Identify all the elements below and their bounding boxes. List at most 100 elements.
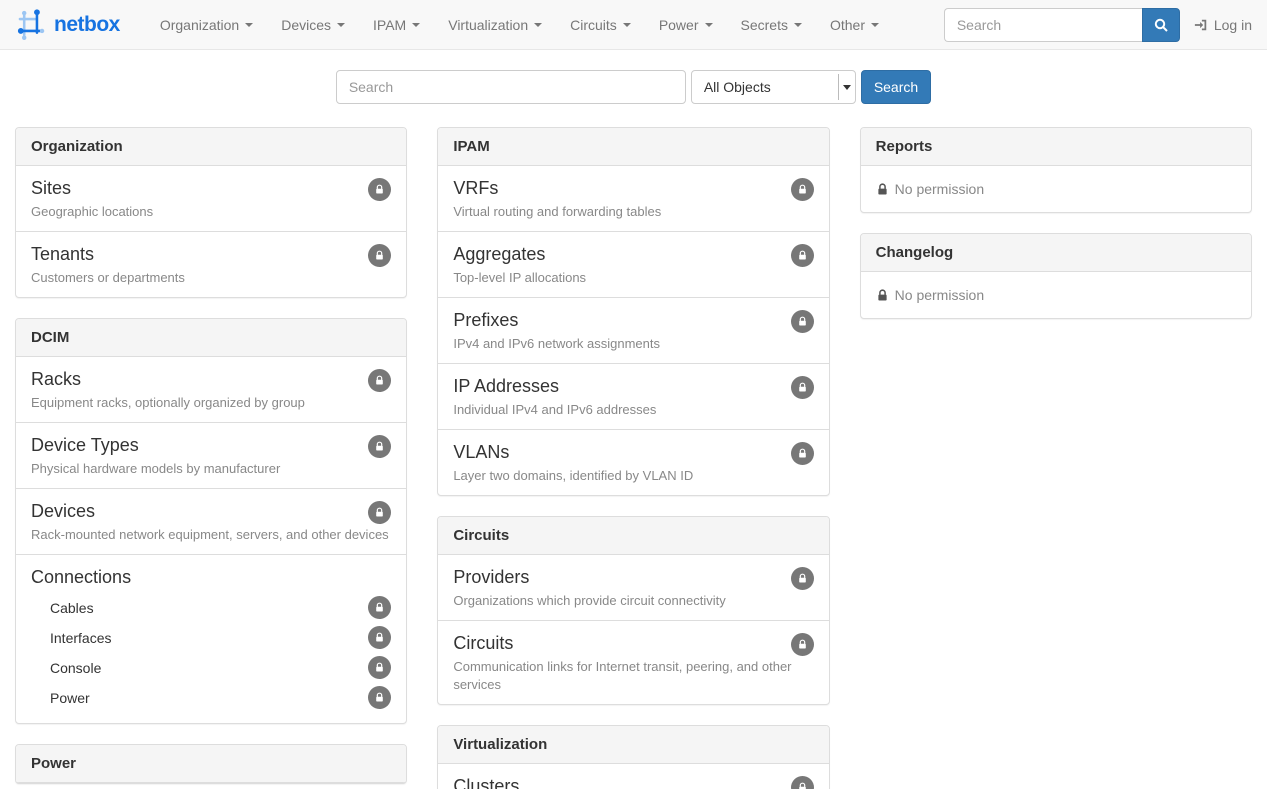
panel-item-prefixes: PrefixesIPv4 and IPv6 network assignment… xyxy=(438,297,828,363)
item-description: Physical hardware models by manufacturer xyxy=(31,460,391,478)
sign-in-icon xyxy=(1194,18,1208,32)
panel-circuits: Circuits Providers Organizations which pro… xyxy=(437,516,829,705)
lock-icon xyxy=(797,573,808,584)
navbar-search-input[interactable] xyxy=(944,8,1142,42)
netbox-logo-icon xyxy=(14,8,48,42)
group-children: Cables Interfaces Console Power xyxy=(31,593,391,713)
panel-changelog: Changelog No permission xyxy=(860,233,1252,319)
panel-subitem-power: Power xyxy=(31,683,391,713)
no-permission-label: No permission xyxy=(895,287,984,303)
global-search-row: All Objects Search xyxy=(0,70,1267,104)
panel-ipam: IPAMVRFsVirtual routing and forwarding t… xyxy=(437,127,829,496)
item-description: Organizations which provide circuit conn… xyxy=(453,592,813,610)
nav-menu-secrets[interactable]: Secrets xyxy=(727,0,816,50)
item-title: Prefixes xyxy=(453,308,813,333)
chevron-down-icon xyxy=(337,23,345,27)
search-scope-select[interactable]: All Objects xyxy=(691,70,856,104)
lock-icon xyxy=(797,639,808,650)
lock-icon xyxy=(374,375,385,386)
global-search-button[interactable]: Search xyxy=(861,70,931,104)
item-description: Top-level IP allocations xyxy=(453,269,813,287)
panel-heading-organization: Organization xyxy=(16,128,406,166)
nav-menu-devices[interactable]: Devices xyxy=(267,0,359,50)
nav-menu-label: IPAM xyxy=(373,17,406,33)
lock-icon xyxy=(374,507,385,518)
lock-icon xyxy=(797,448,808,459)
lock-icon xyxy=(374,692,385,703)
nav-menu-power[interactable]: Power xyxy=(645,0,727,50)
item-title: Device Types xyxy=(31,433,391,458)
login-label: Log in xyxy=(1214,17,1252,33)
panel-subitem-interfaces: Interfaces xyxy=(31,623,391,653)
nav-menu-label: Other xyxy=(830,17,865,33)
netbox-brand[interactable]: netbox xyxy=(0,8,132,42)
nav-menu-virtualization[interactable]: Virtualization xyxy=(434,0,556,50)
panel-item-devices: DevicesRack-mounted network equipment, s… xyxy=(16,488,406,554)
panel-heading-circuits: Circuits xyxy=(438,517,828,555)
chevron-down-icon xyxy=(412,23,420,27)
lock-icon xyxy=(797,782,808,789)
item-title: Devices xyxy=(31,499,391,524)
login-link[interactable]: Log in xyxy=(1194,17,1252,33)
panel-item-circuits: CircuitsCommunication links for Internet… xyxy=(438,620,828,704)
lock-badge xyxy=(791,310,814,333)
panel-item-aggregates: AggregatesTop-level IP allocations xyxy=(438,231,828,297)
panel-heading-virtualization: Virtualization xyxy=(438,726,828,764)
lock-badge xyxy=(791,633,814,656)
nav-menus: Organization Devices IPAM VirtualizationCir… xyxy=(146,0,893,50)
lock-badge xyxy=(368,626,391,649)
chevron-down-icon xyxy=(794,23,802,27)
no-permission-row: No permission xyxy=(861,272,1251,318)
panel-dcim: DCIMRacksEquipment racks, optionally org… xyxy=(15,318,407,724)
panel-heading-changelog: Changelog xyxy=(861,234,1251,272)
lock-icon xyxy=(797,250,808,261)
item-title: Connections xyxy=(31,565,391,590)
chevron-down-icon xyxy=(623,23,631,27)
no-permission-row: No permission xyxy=(861,166,1251,212)
item-title: Providers xyxy=(453,565,813,590)
panel-item-connections: Connections Cables Interfaces Console Power xyxy=(16,554,406,723)
lock-badge xyxy=(791,567,814,590)
item-description: Equipment racks, optionally organized by… xyxy=(31,394,391,412)
nav-menu-other[interactable]: Other xyxy=(816,0,893,50)
panel-heading-reports: Reports xyxy=(861,128,1251,166)
lock-icon xyxy=(876,183,889,196)
subitem-label: Interfaces xyxy=(50,630,111,646)
nav-menu-label: Power xyxy=(659,17,699,33)
lock-icon xyxy=(374,184,385,195)
panel-organization: OrganizationSitesGeographic locationsTen… xyxy=(15,127,407,298)
brand-name: netbox xyxy=(54,13,120,37)
nav-menu-label: Devices xyxy=(281,17,331,33)
lock-badge xyxy=(791,244,814,267)
panel-power: Power xyxy=(15,744,407,784)
column-middle: IPAMVRFsVirtual routing and forwarding t… xyxy=(437,127,829,789)
subitem-label: Cables xyxy=(50,600,94,616)
panel-item-ip-addresses: IP AddressesIndividual IPv4 and IPv6 add… xyxy=(438,363,828,429)
item-description: Geographic locations xyxy=(31,203,391,221)
nav-menu-organization[interactable]: Organization xyxy=(146,0,267,50)
lock-icon xyxy=(797,316,808,327)
column-left: OrganizationSitesGeographic locationsTen… xyxy=(15,127,407,789)
panel-item-vlans: VLANsLayer two domains, identified by VL… xyxy=(438,429,828,495)
global-search-input[interactable] xyxy=(336,70,686,104)
panel-item-sites: SitesGeographic locations xyxy=(16,166,406,231)
subitem-label: Power xyxy=(50,690,90,706)
dashboard-content: OrganizationSitesGeographic locationsTen… xyxy=(15,127,1252,789)
lock-icon xyxy=(374,250,385,261)
lock-icon xyxy=(797,382,808,393)
panel-item-clusters: Clusters xyxy=(438,764,828,789)
nav-menu-ipam[interactable]: IPAM xyxy=(359,0,434,50)
panel-item-tenants: TenantsCustomers or departments xyxy=(16,231,406,297)
item-description: Communication links for Internet transit… xyxy=(453,658,813,694)
navbar-search-button[interactable] xyxy=(1142,8,1180,42)
subitem-label: Console xyxy=(50,660,101,676)
panel-subitem-console: Console xyxy=(31,653,391,683)
lock-badge xyxy=(791,442,814,465)
nav-menu-circuits[interactable]: Circuits xyxy=(556,0,645,50)
column-right: ReportsNo permissionChangelogNo permissi… xyxy=(860,127,1252,339)
search-icon xyxy=(1154,18,1168,32)
item-title: VRFs xyxy=(453,176,813,201)
lock-icon xyxy=(374,441,385,452)
panel-item-providers: Providers Organizations which provide cir… xyxy=(438,555,828,620)
item-title: VLANs xyxy=(453,440,813,465)
